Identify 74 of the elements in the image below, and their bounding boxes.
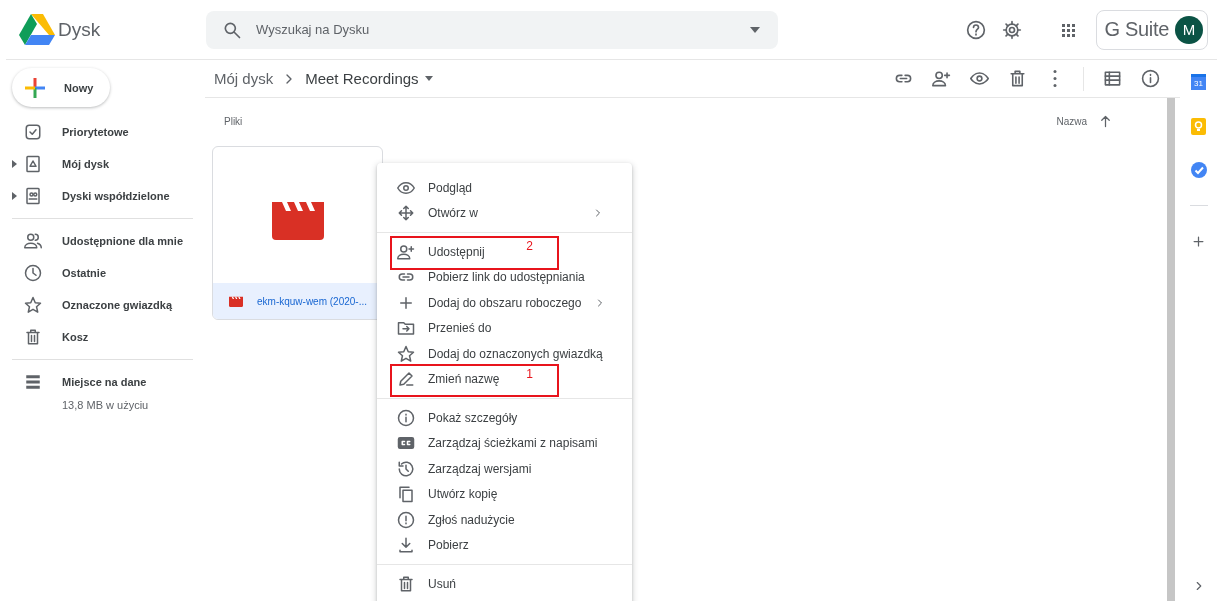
checkbox-icon — [24, 123, 42, 141]
plus-icon — [1191, 233, 1206, 249]
menu-item[interactable]: Zarządzaj wersjami — [377, 456, 536, 482]
info-icon — [397, 408, 415, 427]
sidebar-item[interactable]: Dyski współdzielone — [24, 187, 170, 205]
trash-icon — [397, 574, 415, 593]
sidebar-item[interactable]: Ostatnie — [24, 264, 106, 282]
sidebar-item[interactable]: Udostępnione dla mnie — [24, 232, 183, 250]
more-icon — [1053, 69, 1057, 88]
copy-icon — [397, 485, 415, 504]
bulb-icon — [1191, 117, 1206, 135]
info-icon — [1140, 69, 1160, 88]
star-icon — [24, 296, 42, 314]
expand-arrow-icon[interactable] — [12, 192, 17, 200]
menu-item[interactable]: Pobierz — [377, 532, 473, 558]
people-icon — [24, 232, 42, 250]
new-button[interactable]: Nowy — [12, 68, 110, 107]
trash-icon — [24, 328, 42, 346]
star-icon — [397, 344, 415, 363]
shared-drive-icon — [24, 187, 42, 205]
side-app-button[interactable]: 31 — [1183, 67, 1214, 97]
plus-icon — [25, 77, 45, 98]
person-add-icon — [397, 242, 415, 261]
list-view-icon — [1102, 69, 1122, 88]
menu-item[interactable]: Zarządzaj ścieżkami z napisami — [377, 430, 602, 456]
menu-item[interactable]: Usuń — [377, 571, 460, 597]
menu-item[interactable]: Zmień nazwę — [377, 366, 504, 392]
app-name: Dysk — [58, 18, 101, 41]
check-circle-icon — [1190, 162, 1207, 178]
list-icon — [24, 373, 42, 391]
drive-logo-icon — [19, 13, 55, 46]
caret-down-icon — [424, 76, 433, 81]
menu-item[interactable]: Dodaj do oznaczonych gwiazdką — [377, 341, 607, 367]
sidebar-item[interactable]: Oznaczone gwiazdką — [24, 296, 173, 314]
history-icon — [397, 459, 415, 478]
arrows-icon — [397, 204, 415, 223]
person-add-icon — [931, 69, 951, 88]
avatar[interactable]: M — [1175, 15, 1203, 44]
clapperboard-icon — [229, 295, 243, 307]
grid-icon — [1061, 22, 1076, 37]
account-chip[interactable]: G Suite M — [1096, 9, 1208, 50]
menu-item[interactable]: Zgłoś nadużycie — [377, 507, 519, 533]
expand-arrow-icon[interactable] — [12, 160, 17, 168]
help-icon — [966, 19, 987, 40]
caret-down-icon — [750, 26, 760, 33]
search-input[interactable]: Wyszukaj na Dysku — [254, 21, 738, 38]
gear-icon — [1002, 19, 1023, 40]
scrollbar[interactable] — [1167, 98, 1175, 601]
menu-item[interactable]: Utwórz kopię — [377, 481, 502, 507]
eye-icon — [969, 69, 989, 88]
sidebar-item[interactable]: Kosz — [24, 328, 89, 346]
sidebar-item[interactable]: Priorytetowe — [24, 123, 129, 141]
sidebar-item[interactable]: Miejsce na dane — [24, 373, 147, 391]
trash-icon — [1007, 69, 1027, 88]
file-name: ekm-kquw-wem (2020-... — [257, 295, 368, 307]
section-title: Pliki — [224, 115, 244, 127]
annotation-number: 2 — [526, 239, 533, 253]
download-icon — [397, 536, 415, 555]
breadcrumb-item[interactable]: Meet Recordings — [305, 70, 433, 87]
calendar-icon: 31 — [1191, 74, 1206, 90]
brand-name: G Suite — [1104, 18, 1169, 41]
storage-usage: 13,8 MB w użyciu — [62, 399, 150, 411]
breadcrumb-item[interactable]: Mój dysk — [214, 70, 274, 87]
drive-icon — [24, 155, 42, 173]
folder-arrow-icon — [397, 319, 415, 338]
menu-item[interactable]: Pokaż szczegóły — [377, 405, 522, 431]
sidebar-item[interactable]: Mój dysk — [24, 155, 110, 173]
search-field[interactable]: Wyszukaj na Dysku — [206, 10, 778, 49]
pencil-icon — [397, 370, 415, 389]
file-card[interactable]: ekm-kquw-wem (2020-... — [212, 146, 383, 320]
clock-icon — [24, 264, 42, 282]
sort-button[interactable]: Nazwa — [1056, 115, 1087, 127]
alert-icon — [397, 510, 415, 529]
annotation-number: 1 — [526, 366, 533, 381]
